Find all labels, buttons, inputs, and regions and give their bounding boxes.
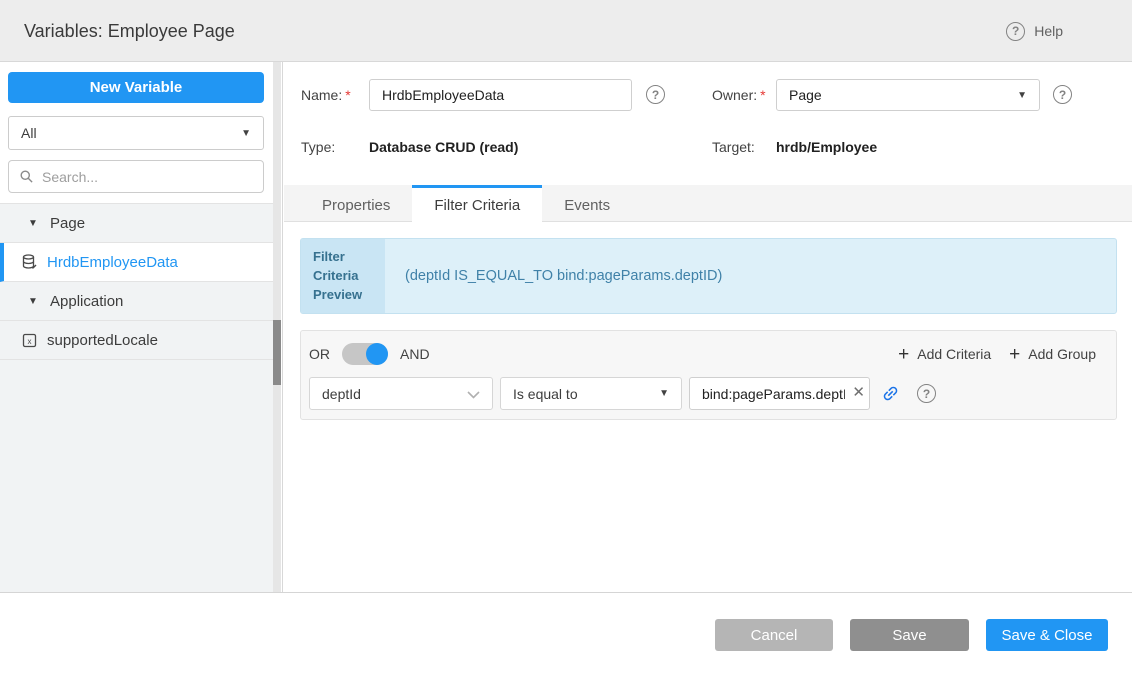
tab-properties[interactable]: Properties [300,185,412,222]
help-button[interactable]: ? Help [1006,0,1063,62]
editor-tabbar: Properties Filter Criteria Events [284,185,1132,222]
cancel-button[interactable]: Cancel [715,619,833,651]
tab-events[interactable]: Events [542,185,632,222]
add-criteria-button[interactable]: + Add Criteria [898,345,991,364]
variable-type-filter-dropdown[interactable]: All ▼ [8,116,264,150]
tree-item-hrdbemployeedata[interactable]: HrdbEmployeeData [0,243,274,282]
variable-type-filter-value: All [21,125,37,141]
page-title: Variables: Employee Page [24,0,235,62]
variables-dialog: Variables: Employee Page ? Help New Vari… [0,0,1132,675]
tree-item-label: supportedLocale [47,332,158,349]
owner-help-icon[interactable]: ? [1053,85,1072,104]
name-field[interactable] [369,79,632,111]
required-asterisk: * [760,87,765,103]
toggle-knob [366,343,388,365]
name-label: Name:* [301,87,351,103]
tree-item-supportedlocale[interactable]: x supportedLocale [0,321,274,360]
operator-dropdown[interactable]: Is equal to ▼ [500,377,682,410]
tree-item-label: HrdbEmployeeData [47,254,178,271]
name-label-text: Name: [301,87,342,103]
search-box [8,160,264,193]
target-value: hrdb/Employee [776,139,877,155]
save-button[interactable]: Save [850,619,969,651]
owner-label-text: Owner: [712,87,757,103]
variables-sidebar: New Variable All ▼ ▼ Page [0,62,283,592]
required-asterisk: * [345,87,350,103]
criteria-panel: OR AND + Add Criteria + Add Group deptId [300,330,1117,420]
add-group-button[interactable]: + Add Group [1009,345,1096,364]
target-label: Target: [712,139,755,155]
filter-criteria-preview: Filter Criteria Preview (deptId IS_EQUAL… [300,238,1117,314]
preview-expression: (deptId IS_EQUAL_TO bind:pageParams.dept… [385,239,1116,313]
model-variable-icon: x [22,333,38,348]
owner-dropdown-value: Page [789,87,822,103]
field-dropdown-value: deptId [322,386,361,402]
dialog-header: Variables: Employee Page ? Help [0,0,1132,62]
sidebar-scrollbar-thumb[interactable] [273,320,281,385]
save-and-close-button[interactable]: Save & Close [986,619,1108,651]
name-help-icon[interactable]: ? [646,85,665,104]
add-criteria-label: Add Criteria [917,346,991,362]
chevron-down-icon: ▼ [241,128,251,139]
search-input[interactable] [42,169,253,185]
type-label: Type: [301,139,335,155]
operator-dropdown-value: Is equal to [513,386,578,402]
svg-text:x: x [28,337,32,346]
plus-icon: + [1009,345,1020,364]
clear-icon[interactable]: ✕ [852,385,865,400]
tree-group-label: Application [50,293,123,310]
dialog-footer: Cancel Save Save & Close [0,592,1132,675]
chevron-down-icon [467,386,480,402]
value-field-wrap: ✕ [689,377,870,410]
add-group-label: Add Group [1028,346,1096,362]
search-icon [19,169,34,184]
and-label: AND [400,346,430,362]
tree-group-label: Page [50,215,85,232]
database-variable-icon [22,254,38,271]
tree-group-page[interactable]: ▼ Page [0,204,274,243]
owner-label: Owner:* [712,87,766,103]
bind-link-icon[interactable] [881,384,900,403]
variables-tree: ▼ Page HrdbEmployeeData ▼ Application [0,203,274,592]
caret-down-icon[interactable]: ▼ [28,296,40,307]
value-field[interactable] [689,377,870,410]
caret-down-icon[interactable]: ▼ [28,218,40,229]
tab-filter-criteria[interactable]: Filter Criteria [412,185,542,223]
criteria-row: deptId Is equal to ▼ ✕ [309,377,936,410]
tree-group-application[interactable]: ▼ Application [0,282,274,321]
help-label: Help [1034,23,1063,39]
variable-editor: Name:* ? Owner:* Page ▼ ? Type: Database… [284,62,1132,592]
or-and-toggle[interactable] [342,343,388,365]
field-dropdown[interactable]: deptId [309,377,493,410]
or-label: OR [309,346,330,362]
type-value: Database CRUD (read) [369,139,518,155]
owner-dropdown[interactable]: Page ▼ [776,79,1040,111]
preview-label: Filter Criteria Preview [301,239,385,313]
criteria-help-icon[interactable]: ? [917,384,936,403]
new-variable-button[interactable]: New Variable [8,72,264,103]
caret-down-icon: ▼ [659,388,669,399]
logic-row: OR AND + Add Criteria + Add Group [309,342,1096,366]
chevron-down-icon: ▼ [1017,90,1027,101]
plus-icon: + [898,345,909,364]
help-icon: ? [1006,22,1025,41]
